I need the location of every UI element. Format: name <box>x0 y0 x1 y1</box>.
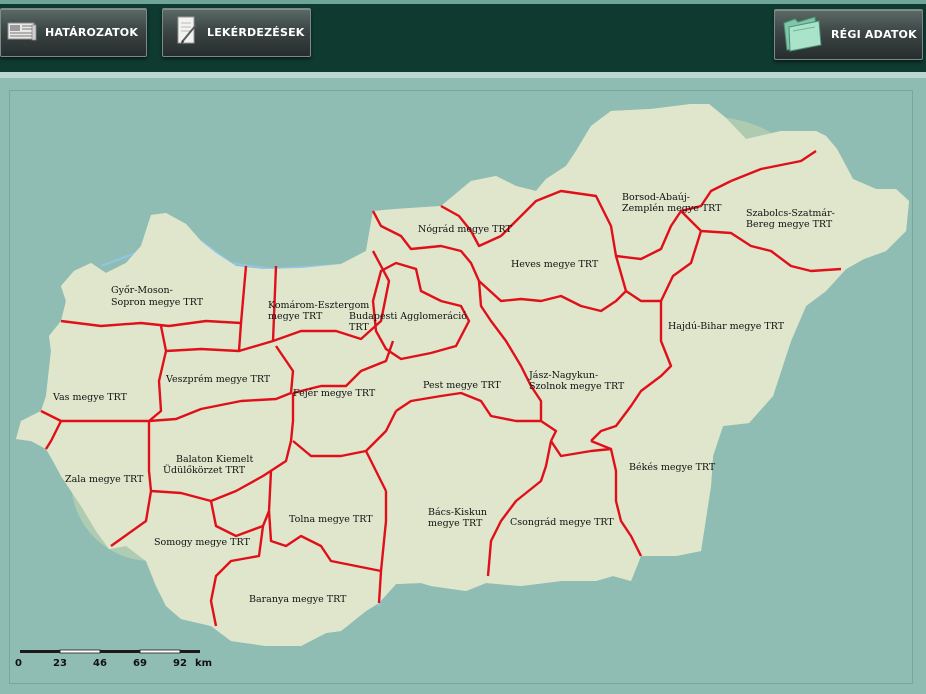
label-szabolcs: Szabolcs-Szatmár-Bereg megye TRT <box>746 208 835 230</box>
label-nograd: Nógrád megye TRT <box>418 224 512 235</box>
label-tolna: Tolna megye TRT <box>289 514 373 525</box>
label-baranya: Baranya megye TRT <box>249 594 347 605</box>
document-pen-icon <box>175 15 199 50</box>
svg-text:km: km <box>195 658 212 669</box>
lekerdezesek-label: LEKÉRDEZÉSEK <box>207 26 305 39</box>
label-fejer: Fejér megye TRT <box>293 388 376 399</box>
label-veszprem: Veszprém megye TRT <box>165 374 271 385</box>
scale-bar: 0 23 46 69 92 km <box>15 649 212 669</box>
lekerdezesek-button[interactable]: LEKÉRDEZÉSEK <box>162 8 311 57</box>
hatarozatok-label: HATÁROZATOK <box>45 26 139 39</box>
label-hajdu: Hajdú-Bihar megye TRT <box>668 321 785 332</box>
regi-adatok-button[interactable]: RÉGI ADATOK <box>774 9 923 60</box>
svg-text:92: 92 <box>173 658 187 669</box>
label-bacs: Bács-Kiskun megye TRT <box>428 507 487 529</box>
hungary-map[interactable]: Győr-Moson-Sopron megye TRT Komárom-Eszt… <box>10 91 914 685</box>
hatarozatok-button[interactable]: HATÁROZATOK <box>0 8 147 57</box>
svg-text:46: 46 <box>93 658 107 669</box>
label-heves: Heves megye TRT <box>511 259 599 270</box>
label-vas: Vas megye TRT <box>52 392 128 403</box>
svg-text:0: 0 <box>15 658 22 669</box>
label-pest: Pest megye TRT <box>423 380 501 391</box>
county-borders <box>14 102 911 648</box>
label-csongrad: Csongrád megye TRT <box>510 517 614 528</box>
map-frame: Győr-Moson-Sopron megye TRT Komárom-Eszt… <box>9 90 913 684</box>
folder-icon <box>781 13 823 56</box>
label-bekes: Békés megye TRT <box>629 462 716 473</box>
svg-text:69: 69 <box>133 658 147 669</box>
newspaper-icon <box>7 20 37 45</box>
label-somogy: Somogy megye TRT <box>154 537 250 548</box>
label-balaton: Balaton Kiemelt Üdülőkörzet TRT <box>163 454 253 476</box>
regi-adatok-label: RÉGI ADATOK <box>831 28 917 41</box>
label-zala: Zala megye TRT <box>65 474 144 485</box>
svg-text:23: 23 <box>53 658 67 669</box>
